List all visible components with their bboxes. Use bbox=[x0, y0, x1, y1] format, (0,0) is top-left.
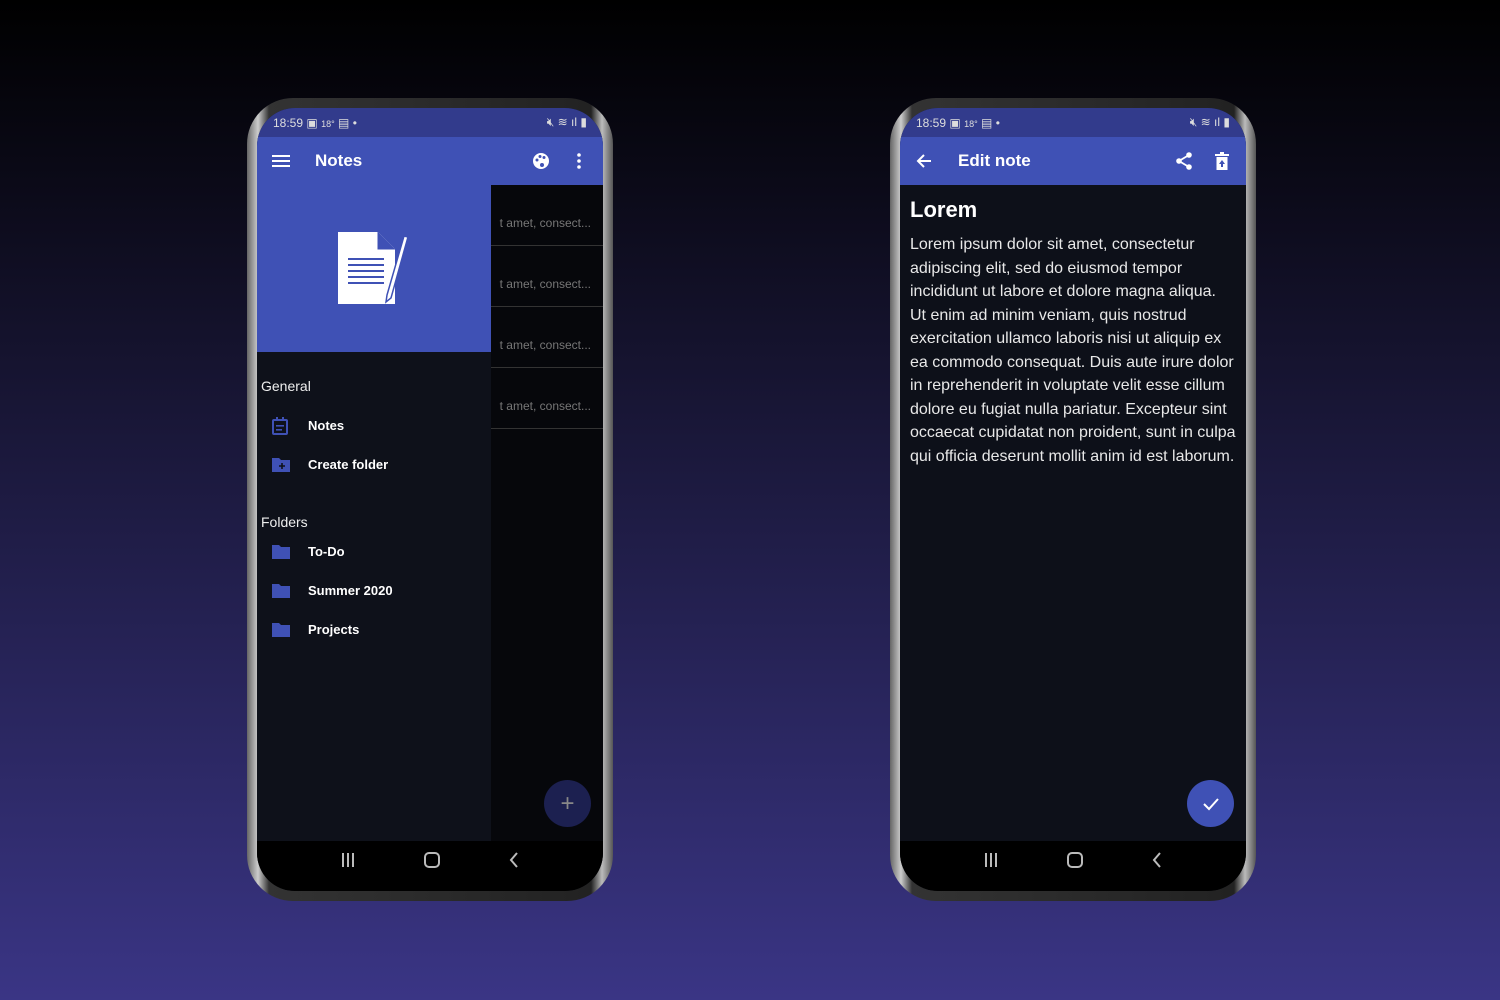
status-temp: 18° bbox=[964, 118, 978, 129]
drawer-header bbox=[257, 185, 491, 352]
menu-icon[interactable] bbox=[269, 149, 293, 173]
calendar-icon: ▤ bbox=[338, 115, 350, 130]
status-time: 18:59 bbox=[916, 115, 947, 130]
folder-label: Projects bbox=[308, 622, 360, 637]
home-icon[interactable] bbox=[423, 851, 440, 873]
page-title: Edit note bbox=[958, 151, 1031, 170]
note-logo-icon bbox=[338, 231, 409, 304]
system-icons: 🔇︎ ≋ ıl ▮ bbox=[1189, 115, 1230, 129]
gallery-icon: ▣ bbox=[306, 115, 318, 130]
status-temp: 18° bbox=[321, 118, 335, 129]
folder-icon bbox=[272, 583, 290, 598]
system-nav-bar bbox=[900, 841, 1246, 891]
back-icon[interactable] bbox=[1152, 851, 1162, 873]
gallery-icon: ▣ bbox=[949, 115, 961, 130]
section-folders: Folders bbox=[261, 514, 308, 530]
drawer-item-create-folder[interactable]: Create folder bbox=[257, 445, 491, 484]
folder-label: Summer 2020 bbox=[308, 583, 393, 598]
folder-icon bbox=[272, 622, 290, 637]
note-title[interactable]: Lorem bbox=[910, 197, 1236, 223]
screen: 18:59 ▣ 18° ▤ • 🔇︎ ≋ ıl ▮ Notes t amet, … bbox=[257, 108, 603, 891]
folder-item[interactable]: Projects bbox=[257, 610, 491, 649]
recents-icon[interactable] bbox=[341, 852, 355, 872]
recents-icon[interactable] bbox=[984, 852, 998, 872]
navigation-drawer: General Notes Create folder Folders To-D… bbox=[257, 185, 491, 841]
drawer-item-label: Notes bbox=[308, 418, 345, 433]
app-bar: Notes bbox=[257, 137, 603, 185]
more-vert-icon[interactable] bbox=[567, 149, 591, 173]
home-icon[interactable] bbox=[1066, 851, 1083, 873]
phone-edit-note: 18:59 ▣ 18° ▤ • 🔇︎ ≋ ıl ▮ Edit note Lore… bbox=[890, 98, 1256, 901]
back-icon[interactable] bbox=[509, 851, 519, 873]
calendar-icon: ▤ bbox=[981, 115, 993, 130]
back-arrow-icon[interactable] bbox=[912, 149, 936, 173]
create-folder-icon bbox=[272, 457, 290, 472]
status-bar: 18:59 ▣ 18° ▤ • 🔇︎ ≋ ıl ▮ bbox=[900, 108, 1246, 137]
notes-icon bbox=[272, 416, 290, 435]
folder-item[interactable]: To-Do bbox=[257, 532, 491, 571]
palette-icon[interactable] bbox=[529, 149, 553, 173]
folder-icon bbox=[272, 544, 290, 559]
note-editor[interactable]: Lorem Lorem ipsum dolor sit amet, consec… bbox=[900, 185, 1246, 480]
delete-icon[interactable] bbox=[1210, 149, 1234, 173]
drawer-item-label: Create folder bbox=[308, 457, 389, 472]
section-general: General bbox=[261, 378, 311, 394]
page-title: Notes bbox=[315, 151, 363, 170]
share-icon[interactable] bbox=[1172, 149, 1196, 173]
folder-item[interactable]: Summer 2020 bbox=[257, 571, 491, 610]
check-icon bbox=[1202, 797, 1219, 810]
note-body[interactable]: Lorem ipsum dolor sit amet, consectetur … bbox=[910, 233, 1236, 468]
system-icons: 🔇︎ ≋ ıl ▮ bbox=[546, 115, 587, 129]
status-time: 18:59 bbox=[273, 115, 304, 130]
folder-label: To-Do bbox=[308, 544, 345, 559]
drawer-item-notes[interactable]: Notes bbox=[257, 406, 491, 445]
screen: 18:59 ▣ 18° ▤ • 🔇︎ ≋ ıl ▮ Edit note Lore… bbox=[900, 108, 1246, 891]
add-note-button[interactable]: + bbox=[544, 780, 591, 827]
system-nav-bar bbox=[257, 841, 603, 891]
save-button[interactable] bbox=[1187, 780, 1234, 827]
app-bar: Edit note bbox=[900, 137, 1246, 185]
phone-notes: 18:59 ▣ 18° ▤ • 🔇︎ ≋ ıl ▮ Notes t amet, … bbox=[247, 98, 613, 901]
status-bar: 18:59 ▣ 18° ▤ • 🔇︎ ≋ ıl ▮ bbox=[257, 108, 603, 137]
